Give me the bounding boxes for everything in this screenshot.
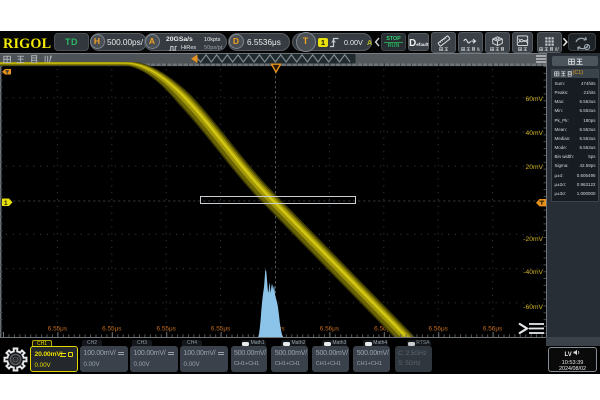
svg-text:40mV: 40mV xyxy=(526,130,544,137)
svg-text:6.55μs: 6.55μs xyxy=(211,326,230,333)
svg-text:6.56μs: 6.56μs xyxy=(483,326,502,333)
svg-text:-60mV: -60mV xyxy=(523,304,543,311)
svg-text:6.55μs: 6.55μs xyxy=(48,326,67,333)
svg-text:6.56μs: 6.56μs xyxy=(320,326,339,333)
svg-text:6.55μs: 6.55μs xyxy=(102,326,121,333)
svg-text:1: 1 xyxy=(4,200,8,207)
svg-text:6.55μs: 6.55μs xyxy=(157,326,176,333)
svg-text:20mV: 20mV xyxy=(526,164,544,171)
svg-text:-20mV: -20mV xyxy=(523,236,543,243)
svg-text:-40mV: -40mV xyxy=(523,269,543,276)
svg-text:60mV: 60mV xyxy=(526,96,544,103)
svg-text:6.56μs: 6.56μs xyxy=(429,326,448,333)
